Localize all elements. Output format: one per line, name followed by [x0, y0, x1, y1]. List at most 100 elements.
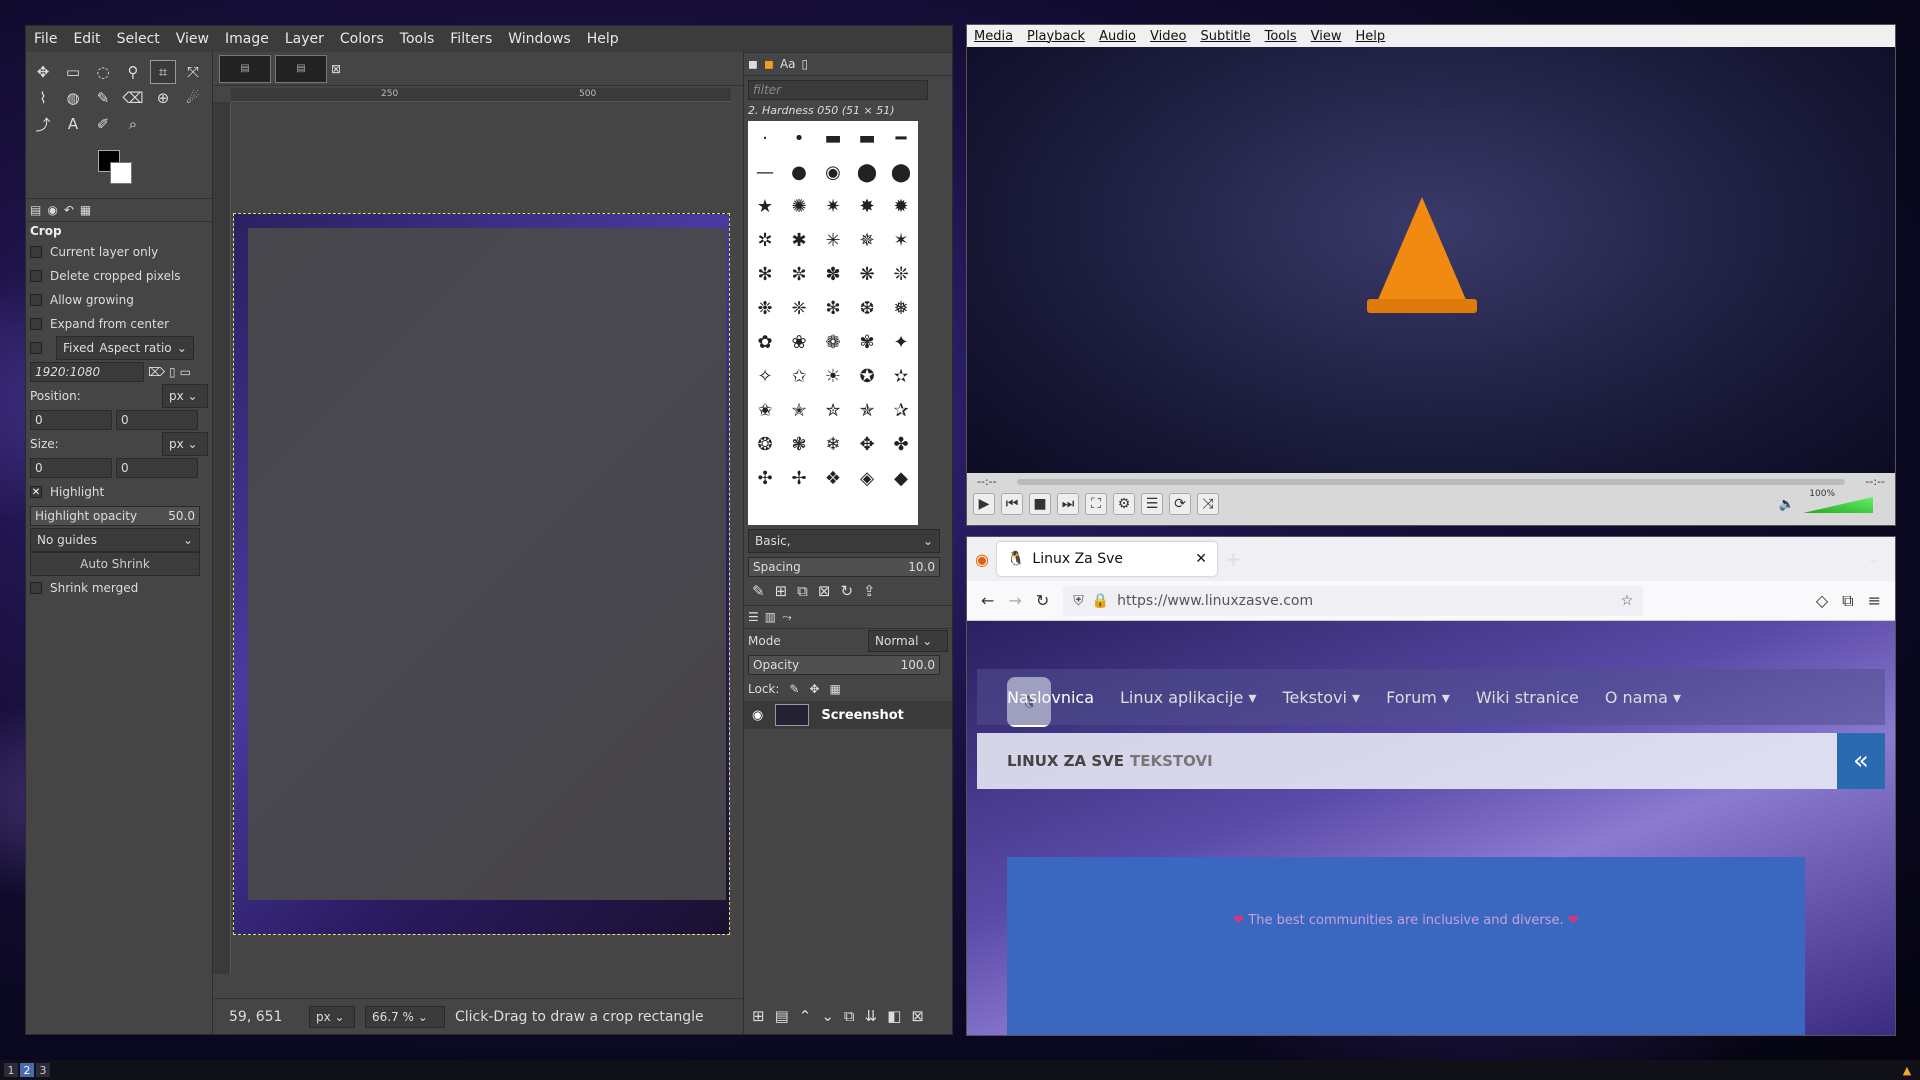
lock-icon[interactable]: 🔒: [1092, 593, 1109, 609]
site-nav-forum[interactable]: Forum ▾: [1386, 688, 1450, 707]
playlist-icon[interactable]: ☰: [1141, 493, 1163, 515]
background-color-swatch[interactable]: [110, 162, 132, 184]
checkbox[interactable]: [30, 270, 42, 282]
tab-list-icon[interactable]: ⌄: [1868, 552, 1879, 567]
portrait-icon[interactable]: ▯: [169, 365, 176, 379]
loop-icon[interactable]: ⟳: [1169, 493, 1191, 515]
layer-opacity-slider[interactable]: Opacity 100.0: [748, 655, 940, 675]
delete-cropped-option[interactable]: Delete cropped pixels: [26, 264, 212, 288]
eraser-tool-icon[interactable]: ⌫: [120, 86, 146, 110]
image-tab-2[interactable]: ▤: [275, 54, 327, 83]
extensions-icon[interactable]: ⧉: [1842, 591, 1853, 611]
current-layer-only-option[interactable]: Current layer only: [26, 240, 212, 264]
layer-item[interactable]: ◉ Screenshot: [744, 701, 952, 729]
fonts-tab-icon[interactable]: Aa: [780, 57, 796, 71]
shield-icon[interactable]: ⛨: [1073, 593, 1084, 609]
play-icon[interactable]: ▶: [973, 493, 995, 515]
layer-mode-combo[interactable]: Normal ⌄: [868, 630, 948, 652]
menu-tools[interactable]: Tools: [392, 31, 443, 47]
site-nav-home[interactable]: Naslovnica: [1007, 688, 1094, 707]
eye-icon[interactable]: ◉: [752, 708, 763, 723]
warp-tool-icon[interactable]: ⌇: [30, 86, 56, 110]
site-nav-texts[interactable]: Tekstovi ▾: [1282, 688, 1360, 707]
size-y-input[interactable]: 0: [116, 458, 198, 478]
auto-shrink-button[interactable]: Auto Shrink: [30, 552, 200, 576]
lasso-tool-icon[interactable]: ◌: [90, 60, 116, 84]
menu-select[interactable]: Select: [109, 31, 168, 47]
pocket-icon[interactable]: ◇: [1816, 591, 1828, 610]
crop-tool-icon[interactable]: ⌗: [150, 60, 176, 84]
vlc-menu-video[interactable]: Video: [1143, 29, 1193, 44]
brush-grid[interactable]: · • ▬ ▬ ━ — ● ◉ ⬤ ⬤ ★ ✺ ✷ ✸ ✹ ✲ ✱ ✳ ✵ ✶ ✻ ✼ ✽ ❋ ❊ ❉ ❈ ❇ ❆ ❅ ✿ ❀ ❁ ✾…: [748, 121, 918, 525]
previous-icon[interactable]: ⏮: [1001, 493, 1023, 515]
site-nav-apps[interactable]: Linux aplikacije ▾: [1120, 688, 1256, 707]
shrink-merged-option[interactable]: Shrink merged: [26, 576, 212, 600]
vlc-menu-view[interactable]: View: [1304, 29, 1349, 44]
status-unit-combo[interactable]: px ⌄: [309, 1005, 355, 1028]
lock-alpha-icon[interactable]: ▦: [830, 682, 841, 696]
duplicate-layer-icon[interactable]: ⧉: [844, 1007, 855, 1025]
clear-icon[interactable]: ⌦: [148, 365, 165, 379]
lock-pixels-icon[interactable]: ✎: [789, 682, 799, 696]
bucket-fill-tool-icon[interactable]: ◍: [60, 86, 86, 110]
color-picker-tool-icon[interactable]: ✐: [90, 112, 116, 136]
channels-tab-icon[interactable]: ▥: [765, 610, 776, 624]
paths-tab-icon[interactable]: ⤳: [782, 610, 792, 625]
delete-brush-icon[interactable]: ⊠: [818, 582, 831, 600]
ratio-input[interactable]: 1920:1080: [30, 362, 144, 382]
hamburger-menu-icon[interactable]: ≡: [1868, 591, 1881, 610]
reload-icon[interactable]: ↻: [1036, 591, 1049, 610]
fg-bg-colors[interactable]: [98, 144, 212, 198]
checkbox-checked[interactable]: ✕: [30, 486, 42, 498]
merge-down-icon[interactable]: ⇊: [865, 1007, 878, 1025]
allow-growing-option[interactable]: Allow growing: [26, 288, 212, 312]
ff-tab-active[interactable]: 🐧 Linux Za Sve ✕: [996, 542, 1217, 576]
zoom-combo[interactable]: 66.7 % ⌄: [365, 1005, 445, 1028]
menu-help[interactable]: Help: [579, 31, 627, 47]
patterns-tab-icon[interactable]: ◼: [764, 57, 774, 71]
site-nav-about[interactable]: O nama ▾: [1605, 688, 1681, 707]
site-nav-wiki[interactable]: Wiki stranice: [1476, 688, 1579, 707]
vlc-tray-icon[interactable]: ▲: [1900, 1063, 1914, 1077]
forward-icon[interactable]: →: [1008, 591, 1021, 610]
edit-brush-icon[interactable]: ✎: [752, 582, 765, 600]
fixed-checkbox[interactable]: [30, 342, 42, 354]
checkbox[interactable]: [30, 582, 42, 594]
device-status-tab-icon[interactable]: ◉: [47, 203, 57, 217]
speaker-icon[interactable]: 🔈: [1779, 497, 1795, 512]
rect-select-tool-icon[interactable]: ▭: [60, 60, 86, 84]
new-layer-icon[interactable]: ⊞: [752, 1007, 765, 1025]
text-tool-icon[interactable]: A: [60, 112, 86, 136]
new-tab-icon[interactable]: +: [1225, 547, 1242, 571]
close-tab-icon[interactable]: ✕: [1195, 551, 1207, 567]
firefox-view-icon[interactable]: ◉: [975, 550, 989, 569]
image-canvas[interactable]: [233, 213, 730, 935]
vlc-menu-subtitle[interactable]: Subtitle: [1193, 29, 1257, 44]
vlc-menu-media[interactable]: Media: [967, 29, 1020, 44]
menu-edit[interactable]: Edit: [65, 31, 108, 47]
workspace-1[interactable]: 1: [4, 1063, 18, 1077]
workspace-3[interactable]: 3: [36, 1063, 50, 1077]
menu-file[interactable]: File: [26, 31, 65, 47]
menu-filters[interactable]: Filters: [442, 31, 500, 47]
position-unit-combo[interactable]: px ⌄: [162, 384, 208, 408]
spacing-slider[interactable]: Spacing 10.0: [748, 557, 940, 577]
paths-tool-icon[interactable]: ⤴: [30, 112, 56, 136]
smudge-tool-icon[interactable]: ☄: [180, 86, 206, 110]
landscape-icon[interactable]: ▭: [180, 365, 191, 379]
shuffle-icon[interactable]: ⤨: [1197, 493, 1219, 515]
menu-windows[interactable]: Windows: [500, 31, 579, 47]
position-x-input[interactable]: 0: [30, 410, 112, 430]
volume-slider[interactable]: [1803, 497, 1873, 513]
checkbox[interactable]: [30, 294, 42, 306]
clone-tool-icon[interactable]: ⊕: [150, 86, 176, 110]
menu-view[interactable]: View: [168, 31, 217, 47]
vlc-video-area[interactable]: [967, 47, 1895, 495]
extended-settings-icon[interactable]: ⚙: [1113, 493, 1135, 515]
size-x-input[interactable]: 0: [30, 458, 112, 478]
refresh-brushes-icon[interactable]: ↻: [840, 582, 853, 600]
images-tab-icon[interactable]: ▦: [80, 203, 91, 217]
open-brush-icon[interactable]: ⇪: [863, 582, 876, 600]
brush-filter-input[interactable]: filter: [748, 80, 928, 100]
expand-center-option[interactable]: Expand from center: [26, 312, 212, 336]
